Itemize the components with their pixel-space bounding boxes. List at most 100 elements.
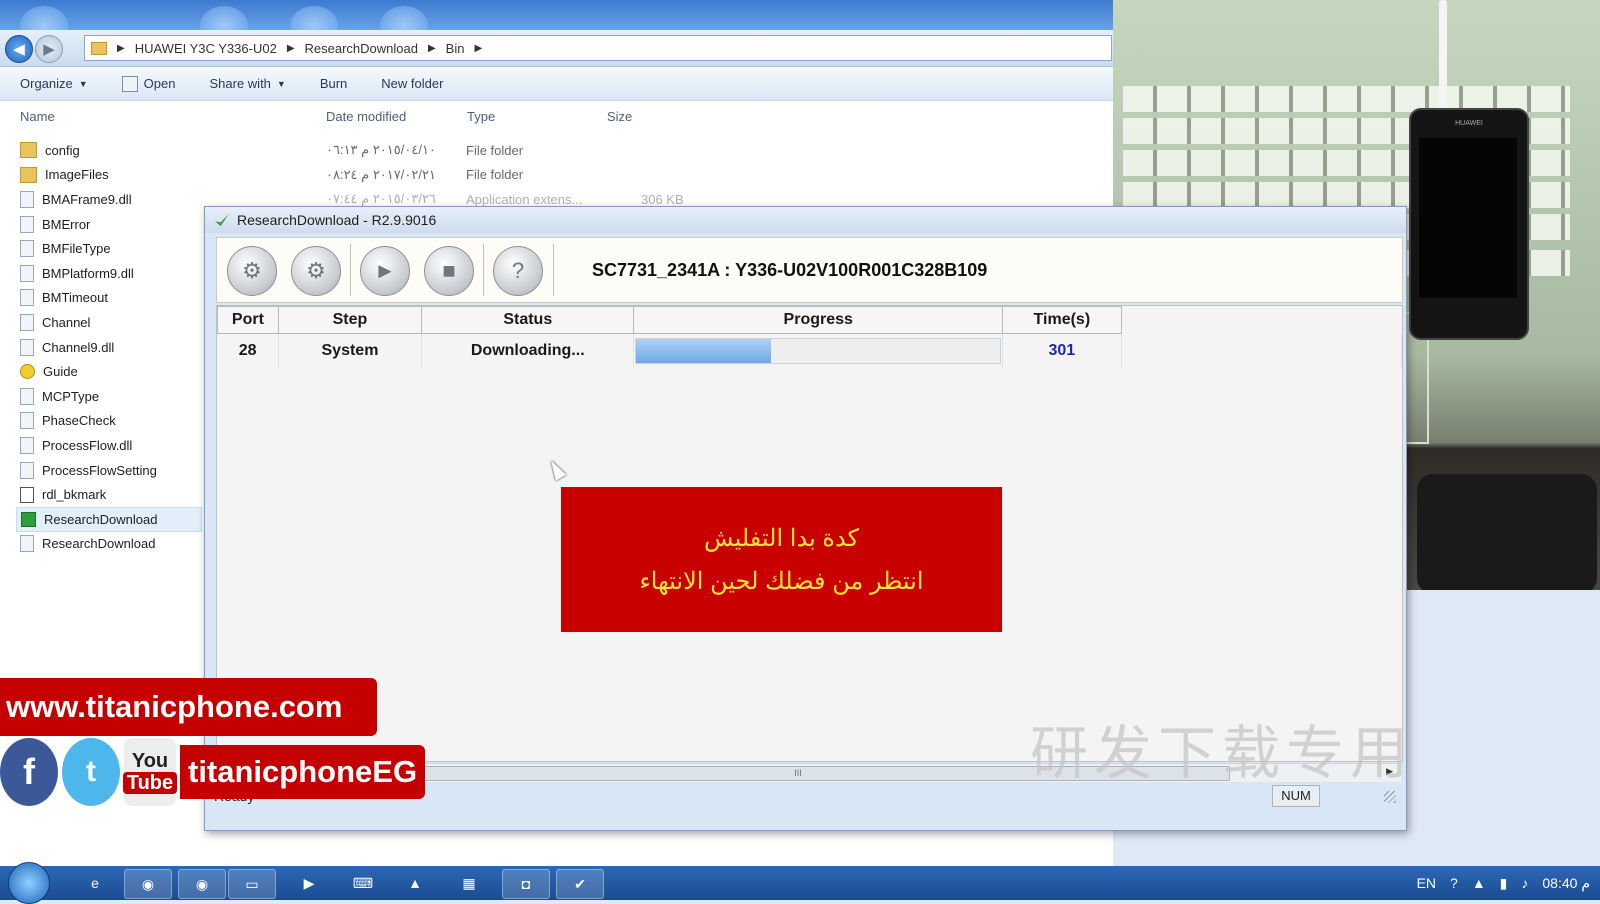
file-name: BMFileType [42,241,111,257]
arabic-notice-banner: كدة بدا التفليش انتظر من فضلك لحين الانت… [561,487,1002,632]
filler-cell [1121,333,1402,368]
breadcrumb-separator-icon[interactable]: ▶ [474,43,482,54]
file-name: config [45,142,80,158]
help-tray-icon[interactable]: ? [1450,875,1458,891]
new-folder-button[interactable]: New folder [381,76,443,91]
file-list-item[interactable]: BMAFrame9.dll [16,187,202,212]
research-download-taskbar-icon[interactable]: ✔ [556,869,604,899]
file-name: Guide [43,364,78,380]
show-hidden-icons-icon[interactable]: ▲ [1472,875,1486,891]
progress-cell [633,333,1004,368]
dll-file-icon [20,264,34,282]
column-header-step[interactable]: Step [277,306,423,334]
file-list-item[interactable]: MCPType [16,384,202,409]
file-list-item[interactable]: BMPlatform9.dll [16,261,202,286]
breadcrumb-item[interactable]: HUAWEI Y3C Y336-U02 [135,41,277,56]
file-type: File folder [466,142,524,158]
folder-icon [20,142,37,159]
column-header-time[interactable]: Time(s) [1002,306,1122,334]
port-cell: 28 [217,333,279,368]
breadcrumb[interactable]: ▶ HUAWEI Y3C Y336-U02 ▶ ResearchDownload… [84,35,1112,61]
burn-button[interactable]: Burn [320,76,347,91]
settings-gear-icon[interactable]: ⚙ [227,246,277,296]
file-list-item[interactable]: Channel [16,310,202,335]
stop-icon[interactable]: ■ [424,246,474,296]
dll-file-icon [20,338,34,356]
chrome-icon[interactable]: ◉ [124,869,172,899]
file-list-item[interactable]: ResearchDownload [16,532,202,557]
multi-gear-icon[interactable]: ⚙ [291,246,341,296]
phone-device: HUAWEI [1409,108,1529,340]
chevron-down-icon: ▼ [276,78,286,89]
breadcrumb-item[interactable]: Bin [446,41,465,56]
youtube-tube: Tube [122,772,178,794]
dll-file-icon [20,436,34,454]
usb-cable [1439,0,1447,108]
column-header-status[interactable]: Status [421,306,635,334]
open-button[interactable]: Open [121,75,175,92]
breadcrumb-item[interactable]: ResearchDownload [305,41,418,56]
firefox-icon[interactable]: ◉ [178,869,226,899]
text-file-icon [20,486,34,503]
file-date: ٢٠١٧/٠٢/٢١ م ٠٨:٢٤ [326,166,436,182]
share-with-menu[interactable]: Share with ▼ [209,76,285,91]
forward-arrow-icon[interactable]: ▶ [35,35,63,63]
column-header-type[interactable]: Type [467,109,495,124]
breadcrumb-separator-icon[interactable]: ▶ [117,43,125,54]
breadcrumb-separator-icon[interactable]: ▶ [428,43,436,54]
file-list-item[interactable]: ProcessFlow.dll [16,433,202,458]
language-indicator[interactable]: EN [1417,875,1436,891]
file-list-item[interactable]: ProcessFlowSetting [16,458,202,483]
breadcrumb-separator-icon[interactable]: ▶ [287,43,295,54]
keyboard-app-icon[interactable]: ⌨ [340,869,386,897]
camera-app-icon[interactable]: ◘ [502,869,550,899]
table-row[interactable]: 28 System Downloading... 301 [217,333,1402,368]
file-list-item[interactable]: Guide [16,359,202,384]
file-list-item[interactable]: Channel9.dll [16,335,202,360]
ie-browser-icon[interactable]: e [72,869,118,897]
file-list-item[interactable]: ResearchDownload [16,506,202,532]
file-list-item[interactable]: BMTimeout [16,286,202,311]
config-file-icon [20,461,34,479]
media-player-icon[interactable]: ▶ [286,869,332,897]
network-signal-icon[interactable]: ▮ [1500,875,1508,892]
config-file-icon [20,535,34,553]
promo-social-handle: titanicphoneEG [180,745,426,799]
file-explorer-icon[interactable]: ▭ [228,869,276,899]
file-date: ٢٠١٥/٠٤/١٠ م ٠٦:١٣ [326,142,436,158]
calendar-app-icon[interactable]: ▦ [446,869,492,897]
column-header-progress[interactable]: Progress [633,306,1004,334]
social-links: f t You Tube titanicphoneEG [0,738,426,806]
config-file-icon [20,412,34,430]
download-table: Port Step Status Progress Time(s) 28 Sys… [217,306,1402,368]
file-name: ResearchDownload [44,511,158,527]
file-name: ResearchDownload [42,536,156,552]
resize-grip-icon[interactable] [1384,791,1396,803]
back-arrow-icon[interactable]: ◀ [5,35,33,63]
volume-icon[interactable]: ♪ [1521,875,1528,891]
column-header-date[interactable]: Date modified [326,109,406,124]
organize-menu[interactable]: Organize ▼ [20,76,88,91]
file-list-item[interactable]: BMError [16,212,202,237]
file-list-item[interactable]: ImageFiles [16,163,202,188]
help-icon[interactable]: ? [493,246,543,296]
file-list-item[interactable]: PhaseCheck [16,409,202,434]
file-name: ProcessFlow.dll [42,437,133,453]
start-orb-icon[interactable] [8,862,50,904]
config-file-icon [20,215,34,233]
file-name: BMAFrame9.dll [42,191,132,207]
column-header-size[interactable]: Size [607,109,632,124]
window-titlebar[interactable]: ResearchDownload - R2.9.9016 [205,207,1406,233]
file-list-item[interactable]: config [16,138,202,163]
file-list: config ImageFiles BMAFrame9.dll BMError BMFi… [16,138,202,556]
clock[interactable]: 08:40 م [1542,875,1590,892]
column-header-name[interactable]: Name [20,109,55,124]
column-header-port[interactable]: Port [217,306,279,334]
file-list-item[interactable]: BMFileType [16,236,202,261]
file-type: Application extens... [466,191,583,207]
vlc-icon[interactable]: ▲ [392,869,438,897]
start-play-icon[interactable]: ► [360,246,410,296]
config-file-icon [20,240,34,258]
file-list-item[interactable]: rdl_bkmark [16,482,202,507]
file-metadata: ٢٠١٥/٠٤/١٠ م ٠٦:١٣ File folder ٢٠١٧/٠٢/٢١ … [326,138,726,212]
